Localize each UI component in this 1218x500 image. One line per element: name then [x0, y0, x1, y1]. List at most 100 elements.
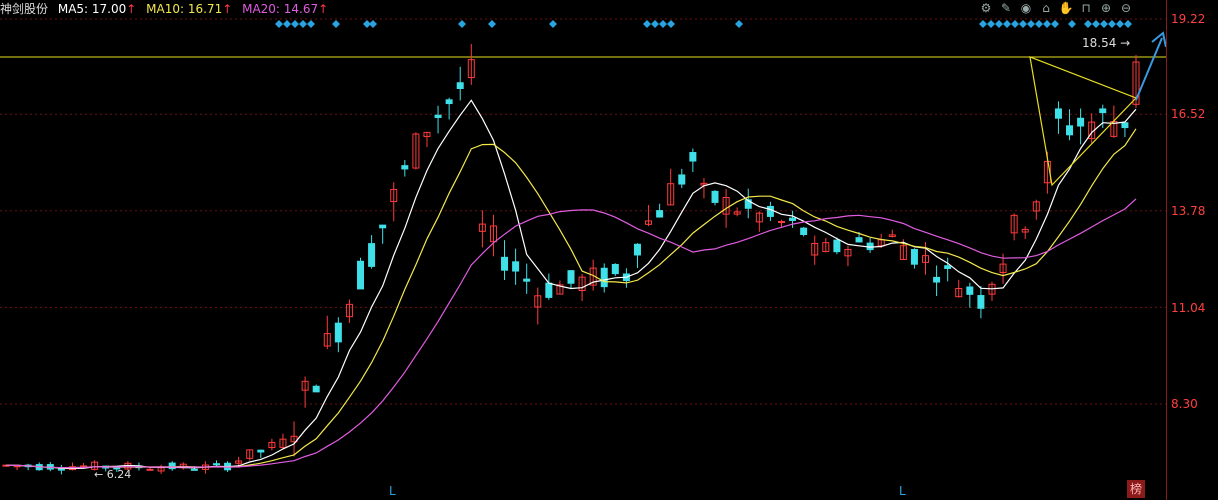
axis-label: 11.04: [1171, 301, 1206, 315]
candle-body: [766, 205, 774, 217]
candle-body: [944, 265, 952, 269]
candle-body: [456, 82, 464, 89]
candle-body: [633, 243, 641, 256]
candle-body: [57, 468, 65, 471]
signal-diamond: [659, 20, 667, 28]
candle-body: [501, 256, 509, 271]
candle-body: [600, 267, 608, 288]
candle-body: [1054, 108, 1062, 119]
candle-body: [312, 385, 320, 393]
candle-body: [855, 237, 863, 243]
candle-body: [368, 243, 376, 267]
axis-label: 16.52: [1171, 107, 1206, 121]
signal-diamond: [1068, 20, 1076, 28]
pen-icon[interactable]: ✎: [998, 0, 1014, 16]
minus-circle-icon[interactable]: ⊖: [1118, 0, 1134, 16]
marker-l: L: [899, 484, 906, 498]
signal-diamond: [1003, 20, 1011, 28]
candle-body: [800, 227, 808, 236]
candle-body: [1077, 117, 1085, 127]
indicator-header: 神剑股份 MA5: 17.00↑ MA10: 16.71↑ MA20: 14.6…: [0, 0, 980, 18]
candle-body: [445, 99, 453, 105]
candle-body: [833, 239, 841, 253]
price-axis: 19.22 16.52 13.78 11.04 8.30: [1166, 0, 1218, 500]
axis-label: 19.22: [1171, 12, 1206, 26]
candle-body: [545, 282, 553, 298]
candle-body: [611, 263, 619, 275]
store-icon[interactable]: ⌂: [1038, 0, 1054, 16]
candle-body: [212, 463, 220, 466]
candle-body: [523, 278, 531, 282]
lock-icon[interactable]: ⊓: [1078, 0, 1094, 16]
signal-diamond: [1019, 20, 1027, 28]
candle-body: [357, 260, 365, 290]
candle-body: [711, 190, 719, 203]
signal-diamond: [1051, 20, 1059, 28]
candle-body: [678, 174, 686, 185]
candle-body: [656, 210, 664, 218]
ma20-label: MA20: 14.67↑: [242, 2, 329, 16]
signal-diamond: [987, 20, 995, 28]
candle-body: [966, 286, 974, 295]
settings-icon[interactable]: ⚙: [978, 0, 994, 16]
ranking-button[interactable]: 榜: [1127, 480, 1145, 498]
signal-diamond: [1100, 20, 1108, 28]
axis-label: 13.78: [1171, 204, 1206, 218]
signal-diamond: [979, 20, 987, 28]
signal-diamond: [651, 20, 659, 28]
ma5-label: MA5: 17.00↑: [57, 2, 137, 16]
signal-diamond: [549, 20, 557, 28]
signal-diamond: [275, 20, 283, 28]
candle-body: [1066, 125, 1074, 136]
ma10-label: MA10: 16.71↑: [146, 2, 233, 16]
signal-diamond: [283, 20, 291, 28]
kline-chart[interactable]: 18.54 → ← 6.24 L L: [0, 0, 1166, 500]
eye-icon[interactable]: ◉: [1018, 0, 1034, 16]
candle-body: [190, 468, 198, 471]
candle-body: [933, 276, 941, 283]
candle-body: [789, 217, 797, 221]
candle-body: [977, 295, 985, 309]
candle-body: [1121, 122, 1129, 129]
ma10-line: [5, 128, 1137, 469]
signal-diamond: [995, 20, 1003, 28]
stock-name: 神剑股份: [0, 2, 49, 16]
signal-diamond: [735, 20, 743, 28]
low-price-label: ← 6.24: [94, 468, 131, 481]
signal-diamond: [1124, 20, 1132, 28]
candle-body: [379, 224, 387, 229]
signal-diamond: [458, 20, 466, 28]
candle-body: [567, 270, 575, 284]
candle-body: [146, 468, 154, 471]
signal-diamond: [488, 20, 496, 28]
signal-diamond: [1108, 20, 1116, 28]
signal-diamond: [1043, 20, 1051, 28]
signal-diamond: [291, 20, 299, 28]
ma20-line: [5, 198, 1137, 469]
candle-body: [777, 221, 785, 224]
hand-icon[interactable]: ✋: [1058, 0, 1074, 16]
candle-body: [401, 165, 409, 170]
signal-diamond: [332, 20, 340, 28]
signal-diamond: [369, 20, 377, 28]
candle-body: [512, 261, 520, 272]
high-price-label: 18.54 →: [1082, 36, 1130, 50]
signal-diamond: [307, 20, 315, 28]
signal-diamond: [1084, 20, 1092, 28]
marker-l: L: [389, 484, 396, 498]
candle-body: [910, 249, 918, 265]
candle-body: [334, 322, 342, 343]
candle-body: [257, 449, 265, 453]
signal-diamond: [1092, 20, 1100, 28]
signal-diamond: [1027, 20, 1035, 28]
breakout-arrow: [1135, 31, 1166, 101]
chart-toolbar: ⚙ ✎ ◉ ⌂ ✋ ⊓ ⊕ ⊖: [978, 0, 1134, 18]
candle-body: [689, 152, 697, 162]
axis-label: 8.30: [1171, 397, 1198, 411]
candle-body: [1099, 108, 1107, 114]
plus-circle-icon[interactable]: ⊕: [1098, 0, 1114, 16]
signal-diamond: [667, 20, 675, 28]
signal-diamond: [1011, 20, 1019, 28]
signal-diamond: [643, 20, 651, 28]
candle-body: [434, 114, 442, 118]
